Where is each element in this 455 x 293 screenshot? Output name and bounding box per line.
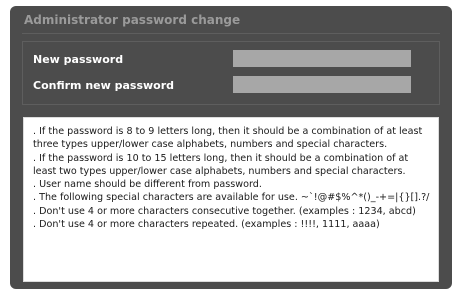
rule-no-repeated: . Don't use 4 or more characters repeate… — [33, 219, 380, 231]
rule-length-10-15: . If the password is 10 to 15 letters lo… — [33, 152, 409, 177]
password-form: New password Confirm new password — [22, 41, 440, 105]
rule-username-differs: . User name should be different from pas… — [33, 179, 262, 191]
title-divider — [22, 33, 440, 34]
confirm-password-label: Confirm new password — [33, 79, 175, 92]
new-password-input[interactable] — [233, 50, 411, 67]
rule-length-8-9: . If the password is 8 to 9 letters long… — [33, 126, 423, 151]
confirm-password-row: Confirm new password — [23, 76, 439, 96]
rule-special-characters: . The following special characters are a… — [33, 192, 430, 204]
rule-no-consecutive: . Don't use 4 or more characters consecu… — [33, 205, 416, 217]
dialog-title: Administrator password change — [24, 13, 241, 27]
password-rules-box: . If the password is 8 to 9 letters long… — [23, 117, 439, 282]
confirm-password-input[interactable] — [233, 76, 411, 93]
new-password-label: New password — [33, 53, 124, 66]
new-password-row: New password — [23, 50, 439, 70]
password-change-dialog: Administrator password change New passwo… — [10, 6, 452, 289]
